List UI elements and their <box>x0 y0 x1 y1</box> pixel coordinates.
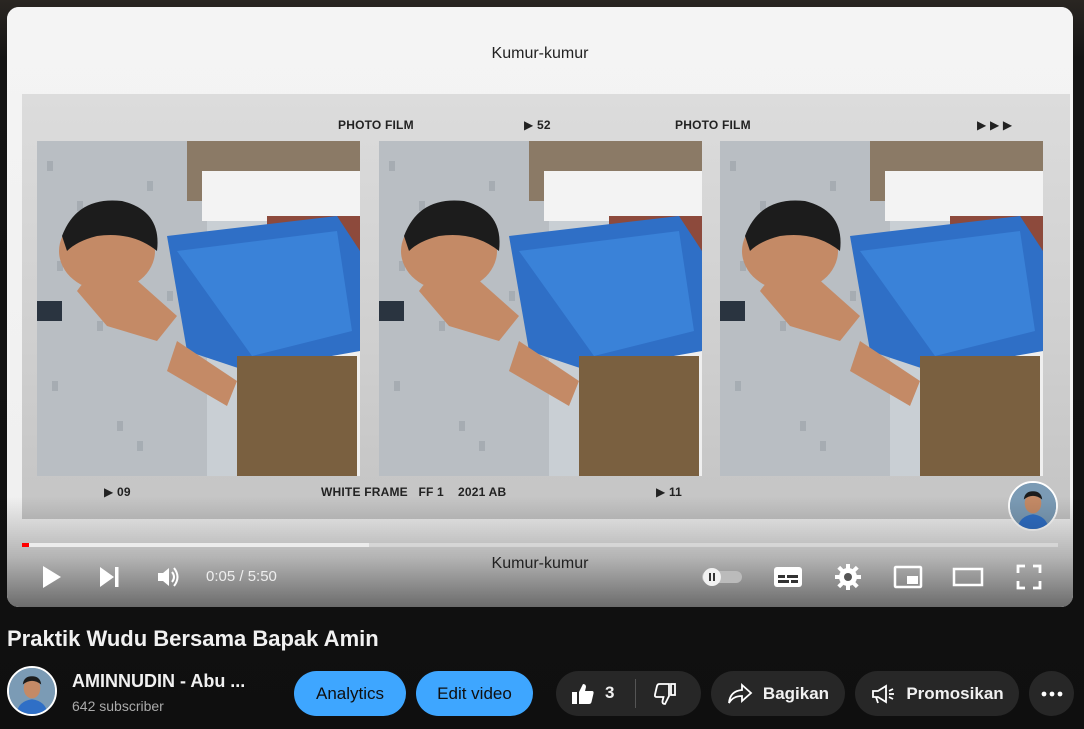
more-horizontal-icon <box>1041 691 1062 696</box>
autoplay-toggle-icon <box>702 568 742 586</box>
theater-mode-button[interactable] <box>951 561 985 593</box>
channel-avatar[interactable] <box>7 666 57 716</box>
settings-icon <box>835 564 861 590</box>
theater-icon <box>952 567 984 587</box>
video-caption-top: Kumur-kumur <box>491 45 589 62</box>
miniplayer-button[interactable] <box>891 561 925 593</box>
play-button[interactable] <box>35 561 67 593</box>
miniplayer-icon <box>893 565 923 589</box>
autoplay-toggle[interactable] <box>700 561 744 593</box>
thumbs-down-icon <box>654 683 676 705</box>
like-button[interactable]: 3 <box>556 671 635 716</box>
like-dislike-group: 3 <box>556 671 701 716</box>
photo-frame-1 <box>37 141 360 476</box>
video-player[interactable]: Kumur-kumur PHOTO FILM ▶ 52 PHOTO FILM ▶… <box>7 7 1073 607</box>
photo-frame-2 <box>379 141 702 476</box>
progress-bar[interactable] <box>22 543 1058 547</box>
settings-button[interactable] <box>831 561 865 593</box>
analytics-button[interactable]: Analytics <box>294 671 406 716</box>
promote-button[interactable]: Promosikan <box>855 671 1019 716</box>
promote-label: Promosikan <box>906 683 1004 703</box>
fullscreen-button[interactable] <box>1012 561 1046 593</box>
film-label-left: PHOTO FILM <box>338 118 414 132</box>
edit-video-button[interactable]: Edit video <box>416 671 533 716</box>
next-button[interactable] <box>93 561 125 593</box>
photo-frame-3 <box>720 141 1043 476</box>
video-title: Praktik Wudu Bersama Bapak Amin <box>7 626 379 651</box>
like-count: 3 <box>605 683 615 702</box>
time-display: 0:05 / 5:50 <box>206 568 277 585</box>
volume-icon <box>158 567 179 587</box>
film-label-number: ▶ 52 <box>524 118 551 132</box>
share-button[interactable]: Bagikan <box>711 671 845 716</box>
megaphone-icon <box>872 683 895 704</box>
progress-played <box>22 543 30 547</box>
fullscreen-icon <box>1016 564 1042 590</box>
dislike-button[interactable] <box>636 671 701 716</box>
subtitles-icon <box>774 567 802 587</box>
volume-button[interactable] <box>153 561 185 593</box>
film-strip: PHOTO FILM ▶ 52 PHOTO FILM ▶ ▶ ▶ ▶ 09 WH… <box>22 94 1070 519</box>
next-icon <box>100 567 119 587</box>
channel-name[interactable]: AMINNUDIN - Abu ... <box>72 671 245 692</box>
thumbs-up-icon <box>572 684 594 704</box>
subtitles-button[interactable] <box>771 561 805 593</box>
more-actions-button[interactable] <box>1029 671 1074 716</box>
play-icon <box>43 566 61 588</box>
film-label-right: PHOTO FILM <box>675 118 751 132</box>
share-label: Bagikan <box>762 683 830 703</box>
share-icon <box>728 682 753 703</box>
progress-loaded <box>22 543 370 547</box>
youtube-watch-page: Kumur-kumur PHOTO FILM ▶ 52 PHOTO FILM ▶… <box>0 0 1084 729</box>
subscriber-count: 642 subscriber <box>72 698 164 714</box>
film-label-arrows: ▶ ▶ ▶ <box>977 118 1013 132</box>
